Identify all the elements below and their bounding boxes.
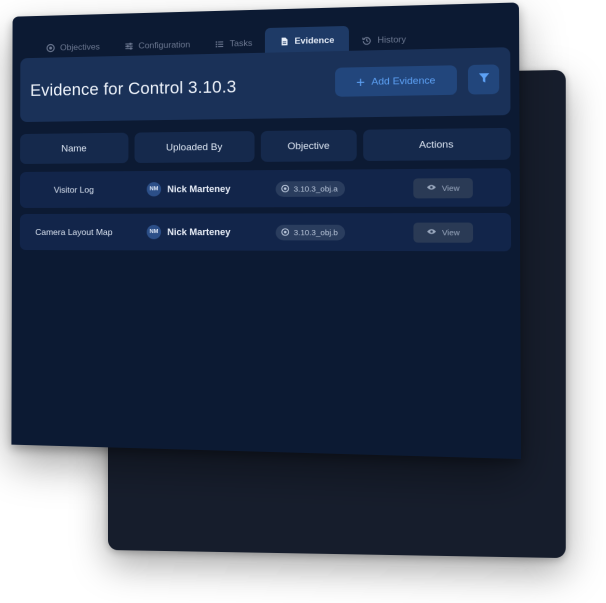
evidence-panel: Objectives Configuration Tasks Evidence bbox=[11, 2, 522, 460]
evidence-name: Visitor Log bbox=[53, 184, 94, 195]
add-evidence-button[interactable]: + Add Evidence bbox=[335, 65, 457, 97]
avatar: NM bbox=[146, 224, 162, 240]
view-button[interactable]: View bbox=[413, 178, 473, 199]
plus-icon: + bbox=[356, 73, 365, 91]
target-icon bbox=[281, 227, 289, 237]
evidence-header: Evidence for Control 3.10.3 + Add Eviden… bbox=[20, 47, 511, 123]
evidence-name: Camera Layout Map bbox=[35, 226, 113, 238]
add-evidence-label: Add Evidence bbox=[371, 74, 436, 88]
history-icon bbox=[362, 35, 372, 45]
sliders-icon bbox=[124, 41, 133, 50]
table-row[interactable]: Visitor Log NM Nick Marteney 3.10.3_obj.… bbox=[19, 168, 511, 208]
target-icon bbox=[46, 43, 55, 52]
view-label: View bbox=[441, 183, 460, 194]
uploader-name: Nick Marteney bbox=[167, 183, 231, 195]
uploader: NM Nick Marteney bbox=[146, 214, 231, 251]
view-button[interactable]: View bbox=[413, 222, 474, 243]
column-header-actions[interactable]: Actions bbox=[363, 127, 511, 162]
stage: Objectives Configuration Tasks Evidence bbox=[0, 0, 606, 603]
avatar: NM bbox=[146, 182, 162, 197]
filter-button[interactable] bbox=[467, 64, 500, 95]
list-icon bbox=[215, 39, 224, 48]
tab-label: History bbox=[377, 33, 407, 45]
eye-icon bbox=[426, 184, 436, 194]
page-title: Evidence for Control 3.10.3 bbox=[30, 77, 237, 100]
document-icon bbox=[280, 36, 290, 46]
tab-label: Tasks bbox=[229, 37, 253, 49]
filter-icon bbox=[477, 70, 489, 89]
eye-icon bbox=[427, 228, 437, 238]
tab-label: Objectives bbox=[60, 41, 100, 53]
table-row[interactable]: Camera Layout Map NM Nick Marteney 3.10.… bbox=[19, 212, 512, 252]
objective-chip[interactable]: 3.10.3_obj.a bbox=[275, 180, 346, 197]
view-label: View bbox=[441, 227, 460, 238]
column-header-name[interactable]: Name bbox=[20, 132, 129, 165]
objective-label: 3.10.3_obj.a bbox=[293, 184, 338, 194]
column-header-objective[interactable]: Objective bbox=[260, 129, 357, 162]
objective-chip[interactable]: 3.10.3_obj.b bbox=[275, 224, 346, 241]
column-header-uploaded-by[interactable]: Uploaded By bbox=[134, 131, 255, 164]
uploader-name: Nick Marteney bbox=[167, 226, 231, 238]
tab-label: Configuration bbox=[138, 39, 191, 51]
objective-label: 3.10.3_obj.b bbox=[293, 227, 338, 238]
uploader: NM Nick Marteney bbox=[146, 170, 231, 207]
target-icon bbox=[281, 184, 289, 194]
tab-label: Evidence bbox=[294, 34, 335, 46]
